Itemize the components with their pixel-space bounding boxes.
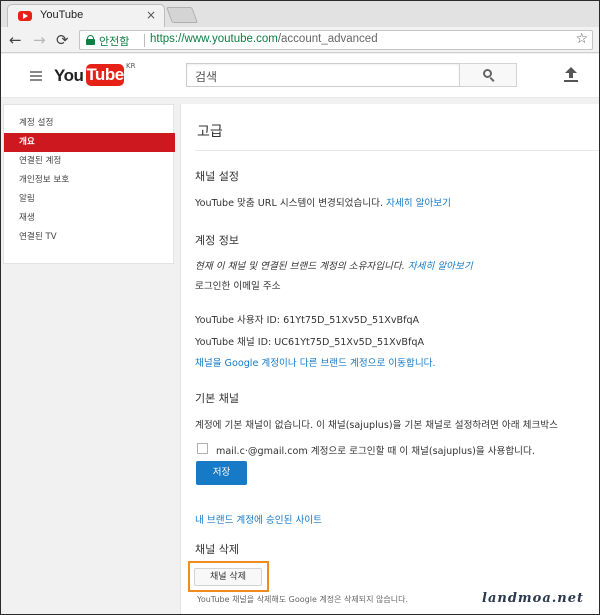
sidebar-item-privacy[interactable]: 개인정보 보호 xyxy=(4,171,175,190)
url-separator xyxy=(144,34,145,47)
page-title: 고급 xyxy=(197,124,223,140)
youtube-masthead: You Tube KR 검색 xyxy=(1,54,599,98)
search-input[interactable]: 검색 xyxy=(186,63,460,87)
delete-button-highlight: 채널 삭제 xyxy=(188,561,269,592)
logo-you-text: You xyxy=(54,66,84,85)
tab-strip: YouTube × xyxy=(1,1,599,27)
secure-label: 안전함 xyxy=(99,35,130,48)
custom-url-notice: YouTube 맞춤 URL 시스템이 변경되었습니다. xyxy=(195,198,384,209)
menu-icon[interactable] xyxy=(30,71,42,81)
youtube-favicon-icon xyxy=(18,11,32,21)
browser-toolbar: ← → ⟳ 안전함 https://www.youtube.com/accoun… xyxy=(1,27,599,53)
logo-region: KR xyxy=(126,62,136,70)
channel-settings-heading: 채널 설정 xyxy=(195,170,239,183)
default-channel-checkbox-label[interactable]: mail.c·@gmail.com 계정으로 로그인할 때 이 채널(sajup… xyxy=(216,443,535,457)
delete-channel-button[interactable]: 채널 삭제 xyxy=(194,568,262,586)
approved-sites-link[interactable]: 내 브랜드 계정에 승인된 사이트 xyxy=(195,512,322,526)
forward-arrow-icon[interactable]: → xyxy=(33,31,46,49)
url-text: https://www.youtube.com/account_advanced xyxy=(150,33,378,45)
sidebar-item-account-settings[interactable]: 계정 설정 xyxy=(4,114,175,133)
url-host: https://www.youtube.com xyxy=(150,33,278,45)
sidebar-item-playback[interactable]: 재생 xyxy=(4,209,175,228)
url-path: /account_advanced xyxy=(277,33,378,45)
sidebar-item-connected-tv[interactable]: 연결된 TV xyxy=(4,228,175,247)
sidebar-item-notifications[interactable]: 알림 xyxy=(4,190,175,209)
email-label: 로그인한 이메일 주소 xyxy=(195,281,281,292)
default-channel-text: 계정에 기본 채널이 없습니다. 이 채널(sajuplus)을 기본 채널로 … xyxy=(195,420,558,431)
delete-footnote: YouTube 채널을 삭제해도 Google 계정은 삭제되지 않습니다. xyxy=(197,595,409,604)
sidebar-item-overview[interactable]: 개요 xyxy=(4,133,175,152)
owner-text: 현재 이 채널 및 연결된 브랜드 계정의 소유자입니다. xyxy=(195,261,405,272)
lock-icon xyxy=(86,35,95,45)
user-id: YouTube 사용자 ID: 61Yt75D_51Xv5D_51XvBfqA xyxy=(195,315,420,326)
move-channel-link[interactable]: 채널을 Google 계정이나 다른 브랜드 계정으로 이동합니다. xyxy=(195,355,436,369)
default-channel-heading: 기본 채널 xyxy=(195,392,239,405)
settings-sidebar: 계정 설정 개요 연결된 계정 개인정보 보호 알림 재생 연결된 TV xyxy=(3,104,175,264)
logo-tube-text: Tube xyxy=(86,64,124,86)
advanced-settings-panel: 고급 채널 설정 YouTube 맞춤 URL 시스템이 변경되었습니다. 자세… xyxy=(180,104,599,614)
account-info-heading: 계정 정보 xyxy=(195,234,239,247)
browser-window: YouTube × ← → ⟳ 안전함 https://www.youtube.… xyxy=(0,0,600,615)
watermark: landmoa.net xyxy=(482,591,585,606)
owner-learn-more-link[interactable]: 자세히 알아보기 xyxy=(408,261,473,272)
search-placeholder: 검색 xyxy=(195,70,218,84)
new-tab-button[interactable] xyxy=(166,7,198,23)
default-channel-checkbox[interactable] xyxy=(197,443,208,454)
owner-notice: 현재 이 채널 및 연결된 브랜드 계정의 소유자입니다. 자세히 알아보기 xyxy=(195,258,473,272)
delete-channel-heading: 채널 삭제 xyxy=(195,543,239,556)
channel-settings-text: YouTube 맞춤 URL 시스템이 변경되었습니다. 자세히 알아보기 xyxy=(195,195,451,209)
back-arrow-icon[interactable]: ← xyxy=(9,31,22,49)
save-button[interactable]: 저장 xyxy=(196,461,247,485)
title-divider xyxy=(195,150,599,151)
upload-icon[interactable] xyxy=(564,67,578,83)
tab-title: YouTube xyxy=(40,9,84,21)
bookmark-star-icon[interactable]: ☆ xyxy=(575,31,588,47)
browser-tab-youtube[interactable]: YouTube × xyxy=(7,4,165,27)
channel-id: YouTube 채널 ID: UC61Yt75D_51Xv5D_51XvBfqA xyxy=(195,337,425,348)
reload-icon[interactable]: ⟳ xyxy=(56,31,69,49)
search-icon xyxy=(483,69,495,82)
address-bar[interactable]: 안전함 https://www.youtube.com/account_adva… xyxy=(79,30,593,50)
sidebar-item-connected-accounts[interactable]: 연결된 계정 xyxy=(4,152,175,171)
learn-more-link[interactable]: 자세히 알아보기 xyxy=(386,198,451,209)
tab-close-icon[interactable]: × xyxy=(146,8,156,22)
search-button[interactable] xyxy=(459,63,517,87)
